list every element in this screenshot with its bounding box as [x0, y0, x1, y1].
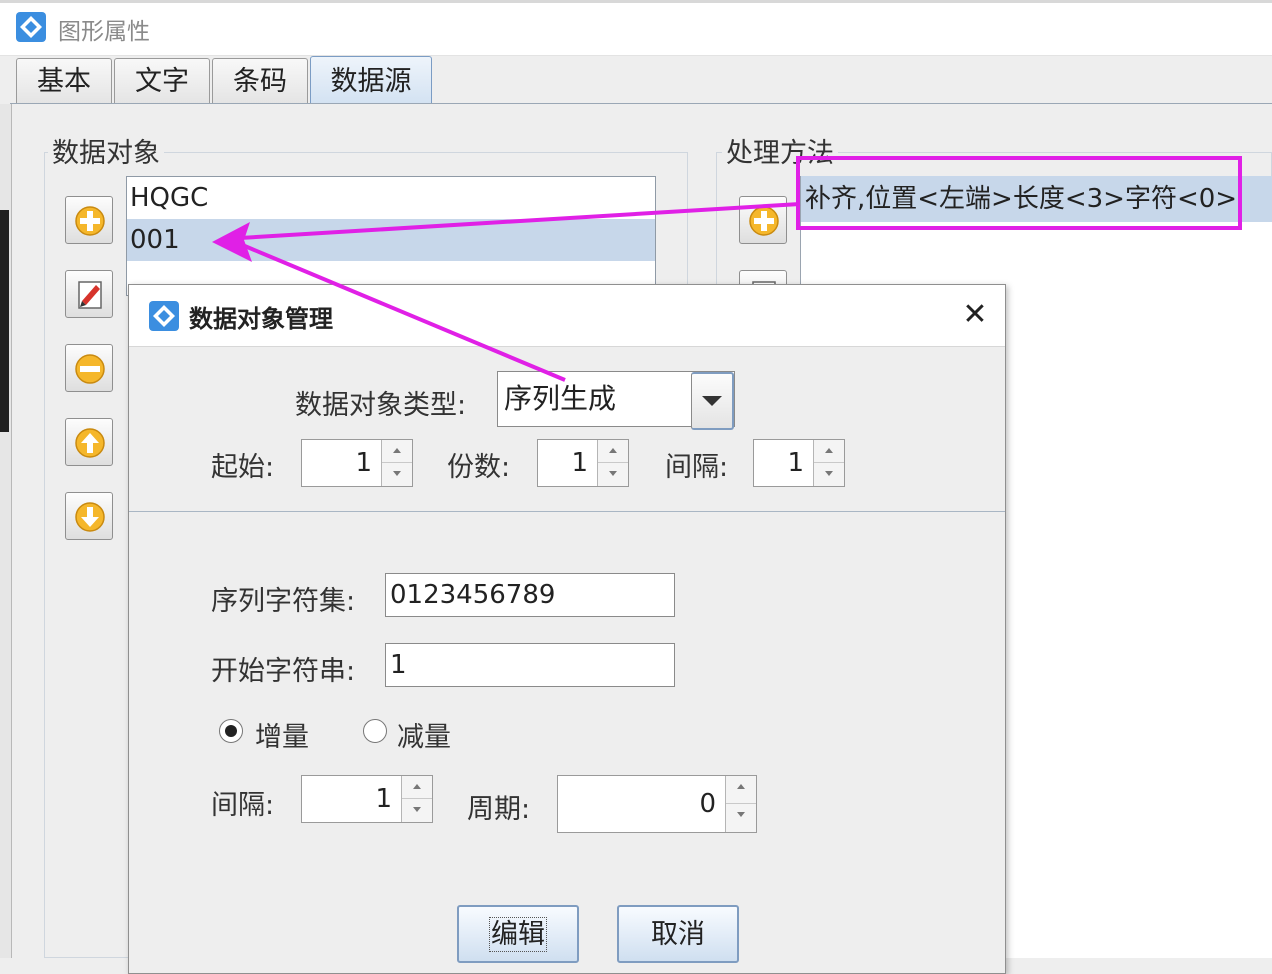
interval-stepper[interactable]: 1 [753, 439, 845, 487]
chevron-down-icon[interactable] [691, 372, 734, 430]
edit-icon [78, 281, 102, 309]
add-icon [749, 206, 779, 236]
spin-down-icon[interactable] [402, 799, 432, 822]
start-value: 1 [355, 448, 372, 478]
edit-button[interactable] [65, 270, 113, 318]
copies-stepper[interactable]: 1 [537, 439, 629, 487]
data-object-list[interactable]: HQGC 001 [126, 176, 656, 296]
spin-down-icon[interactable] [814, 463, 844, 486]
start-string-field[interactable]: 1 [385, 643, 675, 687]
processing-group-label: 处理方法 [722, 138, 838, 170]
period-stepper[interactable]: 0 [557, 775, 757, 833]
interval-label: 间隔: [665, 452, 729, 483]
type-label: 数据对象类型: [295, 390, 467, 421]
copies-value: 1 [571, 448, 588, 478]
list-item-hqgc[interactable]: HQGC [127, 177, 655, 219]
background-window-strip [0, 210, 9, 432]
copies-label: 份数: [447, 452, 511, 483]
dialog-logo-icon [149, 301, 179, 331]
add-button[interactable] [65, 196, 113, 244]
spin-up-icon[interactable] [402, 776, 432, 799]
spin-up-icon[interactable] [726, 776, 756, 804]
start-label: 起始: [211, 452, 275, 483]
top-strip [0, 0, 1272, 3]
remove-button[interactable] [65, 344, 113, 392]
charset-field[interactable]: 0123456789 [385, 573, 675, 617]
period-value: 0 [699, 789, 716, 819]
increment-label[interactable]: 增量 [255, 715, 309, 754]
step-stepper[interactable]: 1 [301, 775, 433, 823]
list-item-001[interactable]: 001 [127, 219, 655, 261]
tab-barcode[interactable]: 条码 [212, 58, 308, 104]
tab-basic[interactable]: 基本 [16, 58, 112, 104]
data-object-group-label: 数据对象 [48, 138, 164, 170]
spin-down-icon[interactable] [382, 463, 412, 486]
tab-data-source[interactable]: 数据源 [310, 56, 432, 104]
data-object-manager-dialog: 数据对象管理 ✕ 数据对象类型: 序列生成 起始: 1 份数: 1 间隔: 1 … [128, 284, 1006, 974]
decrement-radio[interactable] [363, 719, 387, 743]
start-string-label: 开始字符串: [211, 656, 356, 687]
move-up-icon [75, 428, 105, 458]
type-select[interactable]: 序列生成 [497, 371, 735, 430]
spin-down-icon[interactable] [598, 463, 628, 486]
dialog-separator [129, 511, 1005, 512]
dialog-title: 数据对象管理 [189, 305, 333, 333]
add-icon [75, 206, 105, 236]
move-up-button[interactable] [65, 418, 113, 466]
step-value: 1 [375, 784, 392, 814]
spin-up-icon[interactable] [814, 440, 844, 463]
increment-radio[interactable] [219, 719, 243, 743]
charset-label: 序列字符集: [211, 586, 356, 617]
decrement-label[interactable]: 减量 [397, 715, 451, 754]
interval-value: 1 [787, 448, 804, 478]
window-title: 图形属性 [58, 19, 150, 45]
start-stepper[interactable]: 1 [301, 439, 413, 487]
type-select-value: 序列生成 [504, 382, 617, 415]
period-label: 周期: [467, 794, 531, 825]
tab-baseline [10, 103, 1272, 104]
move-down-icon [75, 502, 105, 532]
tab-text[interactable]: 文字 [114, 58, 210, 104]
spin-down-icon[interactable] [726, 804, 756, 832]
spin-up-icon[interactable] [382, 440, 412, 463]
close-icon[interactable]: ✕ [955, 295, 995, 335]
processing-add-button[interactable] [739, 196, 787, 244]
processing-item[interactable]: 补齐,位置<左端>长度<3>字符<0> [801, 176, 1272, 222]
app-logo-icon [16, 12, 46, 42]
cancel-button[interactable]: 取消 [617, 905, 739, 963]
edit-confirm-button[interactable]: 编辑 [457, 905, 579, 963]
spin-up-icon[interactable] [598, 440, 628, 463]
step-label: 间隔: [211, 790, 275, 821]
window-titlebar [0, 0, 1272, 56]
remove-icon [75, 354, 105, 384]
move-down-button[interactable] [65, 492, 113, 540]
